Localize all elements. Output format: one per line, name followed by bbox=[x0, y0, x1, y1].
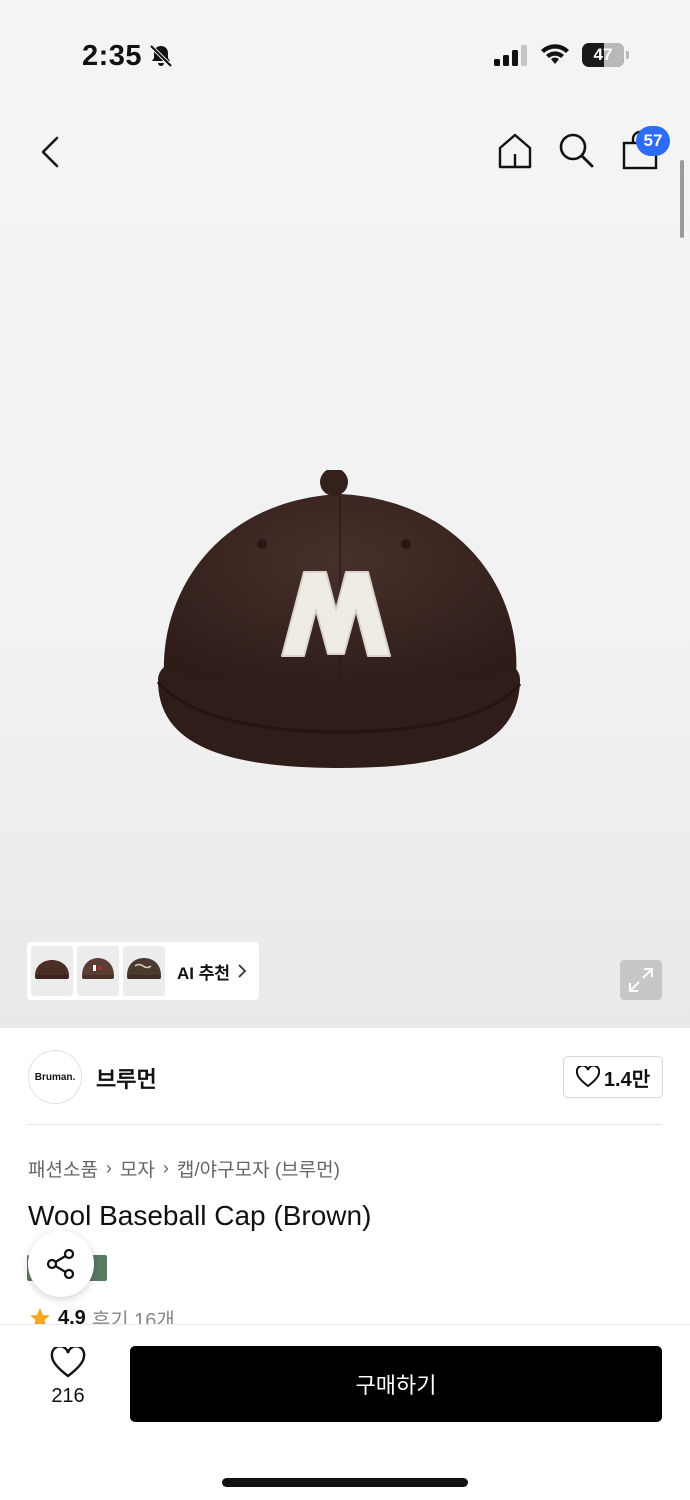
wish-count: 216 bbox=[51, 1385, 85, 1407]
breadcrumb-item[interactable]: 모자 bbox=[120, 1155, 155, 1182]
heart-icon bbox=[575, 1066, 600, 1088]
brand-like-button[interactable]: 1.4만 bbox=[563, 1056, 663, 1098]
ai-recommend-strip[interactable]: AI 추천 bbox=[27, 942, 259, 1000]
breadcrumb: 패션소품 › 모자 › 캡/야구모자 (브루먼) bbox=[28, 1155, 340, 1182]
signal-icon bbox=[494, 45, 527, 66]
search-icon bbox=[559, 133, 594, 168]
cap-thumbnail-3[interactable] bbox=[123, 946, 165, 996]
chevron-right-icon: › bbox=[105, 1158, 112, 1178]
product-title: Wool Baseball Cap (Brown) bbox=[28, 1200, 372, 1231]
brand-logo-text: Bruman. bbox=[34, 1071, 76, 1083]
buy-button-label: 구매하기 bbox=[355, 1373, 437, 1398]
wish-button[interactable]: 216 bbox=[38, 1347, 98, 1408]
cap-thumbnail-2[interactable] bbox=[77, 946, 119, 996]
home-button[interactable] bbox=[494, 130, 536, 172]
search-button[interactable] bbox=[556, 130, 596, 170]
status-bar: 2:35 47 bbox=[0, 0, 690, 110]
share-button[interactable] bbox=[28, 1231, 94, 1297]
expand-icon bbox=[629, 968, 653, 992]
chevron-right-icon bbox=[238, 964, 247, 978]
buy-button[interactable]: 구매하기 bbox=[130, 1346, 662, 1422]
bell-slash-icon bbox=[149, 44, 173, 68]
back-chevron-icon bbox=[41, 136, 59, 168]
cap-thumbnail-1[interactable] bbox=[31, 946, 73, 996]
cart-count-badge: 57 bbox=[636, 126, 670, 156]
chevron-right-icon: › bbox=[162, 1158, 169, 1178]
brand-name[interactable]: 브루먼 bbox=[96, 1062, 157, 1094]
product-image[interactable] bbox=[150, 470, 530, 780]
back-button[interactable] bbox=[30, 130, 70, 174]
battery-level: 47 bbox=[593, 45, 613, 64]
ai-recommend-label: AI 추천 bbox=[177, 963, 231, 983]
expand-button[interactable] bbox=[620, 960, 662, 1000]
breadcrumb-item[interactable]: 캡/야구모자 (브루먼) bbox=[177, 1155, 340, 1182]
scrollbar[interactable] bbox=[680, 160, 684, 238]
status-time: 2:35 bbox=[82, 40, 143, 72]
home-icon bbox=[498, 133, 532, 169]
share-icon bbox=[46, 1248, 75, 1280]
bottom-action-bar: 216 구매하기 bbox=[0, 1324, 690, 1500]
brand-like-count: 1.4만 bbox=[603, 1068, 651, 1091]
wifi-icon bbox=[541, 44, 569, 64]
home-indicator[interactable] bbox=[222, 1478, 468, 1487]
heart-icon bbox=[50, 1347, 86, 1378]
brand-logo[interactable]: Bruman. bbox=[28, 1050, 82, 1104]
divider bbox=[28, 1124, 662, 1125]
breadcrumb-item[interactable]: 패션소품 bbox=[28, 1155, 98, 1182]
battery-icon: 47 bbox=[582, 43, 630, 67]
brand-row: Bruman. 브루먼 1.4만 bbox=[0, 1028, 690, 1126]
